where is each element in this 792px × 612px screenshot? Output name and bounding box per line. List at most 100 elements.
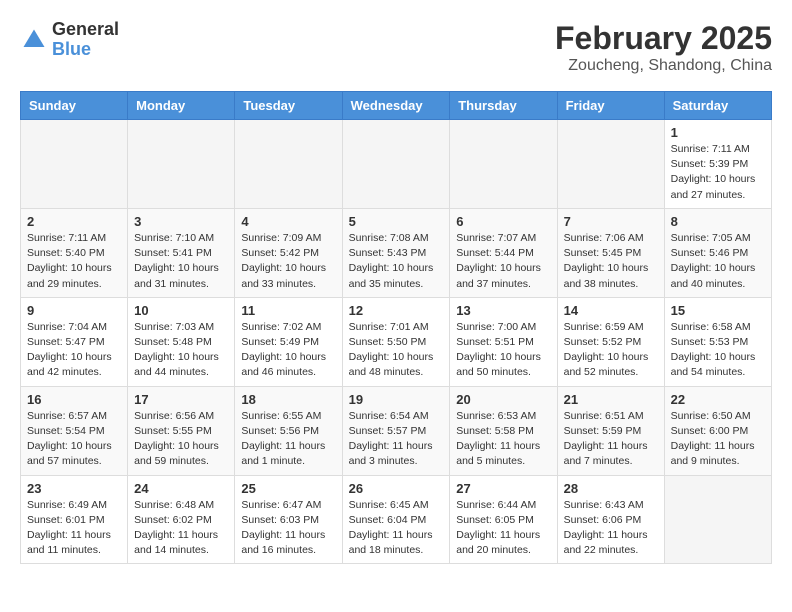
day-number: 12 (349, 303, 444, 318)
calendar-cell: 26 Sunrise: 6:45 AM Sunset: 6:04 PM Dayli… (342, 475, 450, 564)
page-header: General Blue February 2025 Zoucheng, Sha… (20, 20, 772, 75)
day-number: 26 (349, 481, 444, 496)
calendar-cell (128, 120, 235, 209)
day-info: Sunrise: 6:59 AM Sunset: 5:52 PM Dayligh… (564, 320, 658, 381)
weekday-header: Friday (557, 92, 664, 120)
weekday-row: SundayMondayTuesdayWednesdayThursdayFrid… (21, 92, 772, 120)
calendar-cell: 20 Sunrise: 6:53 AM Sunset: 5:58 PM Dayli… (450, 386, 557, 475)
day-number: 24 (134, 481, 228, 496)
day-number: 8 (671, 214, 765, 229)
calendar-cell: 5Sunrise: 7:08 AM Sunset: 5:43 PM Daylig… (342, 208, 450, 297)
calendar-cell (450, 120, 557, 209)
logo-icon (20, 26, 48, 54)
calendar-cell: 3 Sunrise: 7:10 AM Sunset: 5:41 PM Daylig… (128, 208, 235, 297)
day-number: 9 (27, 303, 121, 318)
day-info: Sunrise: 7:04 AM Sunset: 5:47 PM Dayligh… (27, 320, 121, 381)
day-info: Sunrise: 7:01 AM Sunset: 5:50 PM Dayligh… (349, 320, 444, 381)
calendar-cell: 11 Sunrise: 7:02 AM Sunset: 5:49 PM Dayli… (235, 297, 342, 386)
calendar-cell: 12 Sunrise: 7:01 AM Sunset: 5:50 PM Dayli… (342, 297, 450, 386)
weekday-header: Sunday (21, 92, 128, 120)
weekday-header: Monday (128, 92, 235, 120)
day-number: 27 (456, 481, 550, 496)
day-info: Sunrise: 6:45 AM Sunset: 6:04 PM Dayligh… (349, 498, 444, 559)
calendar-cell: 6Sunrise: 7:07 AM Sunset: 5:44 PM Daylig… (450, 208, 557, 297)
day-number: 13 (456, 303, 550, 318)
calendar-body: 1 Sunrise: 7:11 AM Sunset: 5:39 PM Daylig… (21, 120, 772, 564)
day-number: 11 (241, 303, 335, 318)
calendar-cell: 2 Sunrise: 7:11 AM Sunset: 5:40 PM Daylig… (21, 208, 128, 297)
calendar-header: SundayMondayTuesdayWednesdayThursdayFrid… (21, 92, 772, 120)
calendar-cell: 28Sunrise: 6:43 AM Sunset: 6:06 PM Dayli… (557, 475, 664, 564)
day-number: 15 (671, 303, 765, 318)
week-row: 23 Sunrise: 6:49 AM Sunset: 6:01 PM Dayli… (21, 475, 772, 564)
day-info: Sunrise: 6:43 AM Sunset: 6:06 PM Dayligh… (564, 498, 658, 559)
day-number: 5 (349, 214, 444, 229)
week-row: 9 Sunrise: 7:04 AM Sunset: 5:47 PM Daylig… (21, 297, 772, 386)
day-info: Sunrise: 6:48 AM Sunset: 6:02 PM Dayligh… (134, 498, 228, 559)
day-info: Sunrise: 6:55 AM Sunset: 5:56 PM Dayligh… (241, 409, 335, 470)
weekday-header: Saturday (664, 92, 771, 120)
logo-text: General Blue (52, 20, 119, 60)
day-info: Sunrise: 7:02 AM Sunset: 5:49 PM Dayligh… (241, 320, 335, 381)
day-number: 21 (564, 392, 658, 407)
day-info: Sunrise: 7:00 AM Sunset: 5:51 PM Dayligh… (456, 320, 550, 381)
logo-general: General (52, 20, 119, 40)
day-info: Sunrise: 7:07 AM Sunset: 5:44 PM Dayligh… (456, 231, 550, 292)
calendar-cell: 15 Sunrise: 6:58 AM Sunset: 5:53 PM Dayli… (664, 297, 771, 386)
day-info: Sunrise: 6:56 AM Sunset: 5:55 PM Dayligh… (134, 409, 228, 470)
day-info: Sunrise: 6:58 AM Sunset: 5:53 PM Dayligh… (671, 320, 765, 381)
calendar-cell: 25Sunrise: 6:47 AM Sunset: 6:03 PM Dayli… (235, 475, 342, 564)
day-info: Sunrise: 6:50 AM Sunset: 6:00 PM Dayligh… (671, 409, 765, 470)
day-number: 3 (134, 214, 228, 229)
day-info: Sunrise: 6:53 AM Sunset: 5:58 PM Dayligh… (456, 409, 550, 470)
calendar-cell (342, 120, 450, 209)
day-info: Sunrise: 7:03 AM Sunset: 5:48 PM Dayligh… (134, 320, 228, 381)
calendar-cell (21, 120, 128, 209)
week-row: 1 Sunrise: 7:11 AM Sunset: 5:39 PM Daylig… (21, 120, 772, 209)
day-number: 10 (134, 303, 228, 318)
day-number: 22 (671, 392, 765, 407)
weekday-header: Tuesday (235, 92, 342, 120)
calendar-cell: 10 Sunrise: 7:03 AM Sunset: 5:48 PM Dayli… (128, 297, 235, 386)
calendar-cell: 4Sunrise: 7:09 AM Sunset: 5:42 PM Daylig… (235, 208, 342, 297)
calendar-cell (664, 475, 771, 564)
day-info: Sunrise: 6:51 AM Sunset: 5:59 PM Dayligh… (564, 409, 658, 470)
day-info: Sunrise: 6:54 AM Sunset: 5:57 PM Dayligh… (349, 409, 444, 470)
day-number: 1 (671, 125, 765, 140)
day-number: 18 (241, 392, 335, 407)
logo-blue: Blue (52, 40, 119, 60)
calendar-cell: 24 Sunrise: 6:48 AM Sunset: 6:02 PM Dayli… (128, 475, 235, 564)
calendar-cell: 1 Sunrise: 7:11 AM Sunset: 5:39 PM Daylig… (664, 120, 771, 209)
day-info: Sunrise: 7:06 AM Sunset: 5:45 PM Dayligh… (564, 231, 658, 292)
calendar-title: February 2025 (555, 20, 772, 57)
day-number: 2 (27, 214, 121, 229)
day-number: 7 (564, 214, 658, 229)
calendar-cell: 21 Sunrise: 6:51 AM Sunset: 5:59 PM Dayli… (557, 386, 664, 475)
day-info: Sunrise: 7:05 AM Sunset: 5:46 PM Dayligh… (671, 231, 765, 292)
calendar-cell: 14Sunrise: 6:59 AM Sunset: 5:52 PM Dayli… (557, 297, 664, 386)
day-info: Sunrise: 6:57 AM Sunset: 5:54 PM Dayligh… (27, 409, 121, 470)
day-info: Sunrise: 7:11 AM Sunset: 5:39 PM Dayligh… (671, 142, 765, 203)
calendar-cell (557, 120, 664, 209)
title-block: February 2025 Zoucheng, Shandong, China (555, 20, 772, 75)
day-info: Sunrise: 6:49 AM Sunset: 6:01 PM Dayligh… (27, 498, 121, 559)
day-number: 20 (456, 392, 550, 407)
weekday-header: Wednesday (342, 92, 450, 120)
calendar-cell: 9 Sunrise: 7:04 AM Sunset: 5:47 PM Daylig… (21, 297, 128, 386)
day-number: 4 (241, 214, 335, 229)
day-info: Sunrise: 7:11 AM Sunset: 5:40 PM Dayligh… (27, 231, 121, 292)
day-number: 23 (27, 481, 121, 496)
logo: General Blue (20, 20, 119, 60)
calendar-cell (235, 120, 342, 209)
day-info: Sunrise: 7:10 AM Sunset: 5:41 PM Dayligh… (134, 231, 228, 292)
day-info: Sunrise: 6:44 AM Sunset: 6:05 PM Dayligh… (456, 498, 550, 559)
day-number: 19 (349, 392, 444, 407)
calendar-subtitle: Zoucheng, Shandong, China (555, 57, 772, 75)
day-number: 16 (27, 392, 121, 407)
day-number: 17 (134, 392, 228, 407)
weekday-header: Thursday (450, 92, 557, 120)
calendar-cell: 17 Sunrise: 6:56 AM Sunset: 5:55 PM Dayli… (128, 386, 235, 475)
day-info: Sunrise: 6:47 AM Sunset: 6:03 PM Dayligh… (241, 498, 335, 559)
calendar-cell: 22 Sunrise: 6:50 AM Sunset: 6:00 PM Dayli… (664, 386, 771, 475)
calendar-cell: 18 Sunrise: 6:55 AM Sunset: 5:56 PM Dayli… (235, 386, 342, 475)
